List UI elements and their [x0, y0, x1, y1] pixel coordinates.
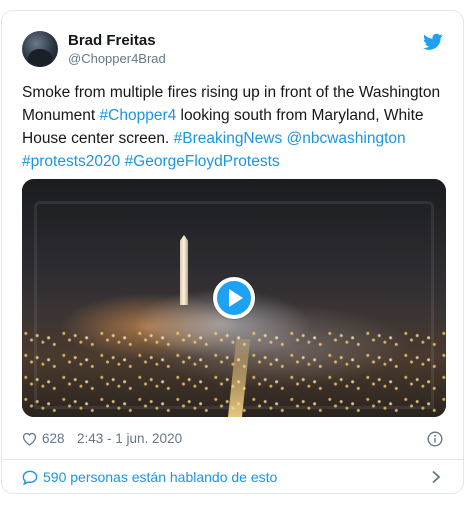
mention-nbcwashington[interactable]: @nbcwashington [287, 130, 406, 147]
hashtag-georgefloydprotests[interactable]: #GeorgeFloydProtests [125, 153, 280, 170]
tweet-meta: 628 2:43 - 1 jun. 2020 [22, 429, 443, 449]
conversation-label[interactable]: 590 personas están hablando de esto [43, 468, 277, 486]
washington-monument [180, 235, 188, 305]
twitter-bird-icon[interactable] [423, 33, 443, 51]
heart-icon[interactable] [22, 432, 37, 446]
tweet-card[interactable]: Brad Freitas @Chopper4Brad Smoke from mu… [1, 10, 464, 494]
timestamp[interactable]: 2:43 - 1 jun. 2020 [77, 429, 182, 449]
hashtag-chopper4[interactable]: #Chopper4 [100, 107, 177, 124]
author-name[interactable]: Brad Freitas [68, 32, 166, 50]
tweet-text: Smoke from multiple fires rising up in f… [22, 81, 442, 173]
conversation-link[interactable]: 590 personas están hablando de esto [22, 466, 443, 488]
video-thumbnail[interactable] [22, 179, 446, 417]
avatar[interactable] [22, 31, 58, 67]
author-info[interactable]: Brad Freitas @Chopper4Brad [68, 32, 166, 67]
tweet-header: Brad Freitas @Chopper4Brad [22, 31, 443, 69]
author-handle[interactable]: @Chopper4Brad [68, 50, 166, 67]
hashtag-breakingnews[interactable]: #BreakingNews [174, 130, 283, 147]
info-icon[interactable] [427, 431, 443, 447]
divider [2, 459, 463, 460]
play-icon[interactable] [213, 277, 255, 319]
speech-bubble-icon [22, 470, 38, 485]
hashtag-protests2020[interactable]: #protests2020 [22, 153, 120, 170]
like-count[interactable]: 628 [42, 429, 65, 449]
chevron-right-icon[interactable] [431, 470, 441, 484]
